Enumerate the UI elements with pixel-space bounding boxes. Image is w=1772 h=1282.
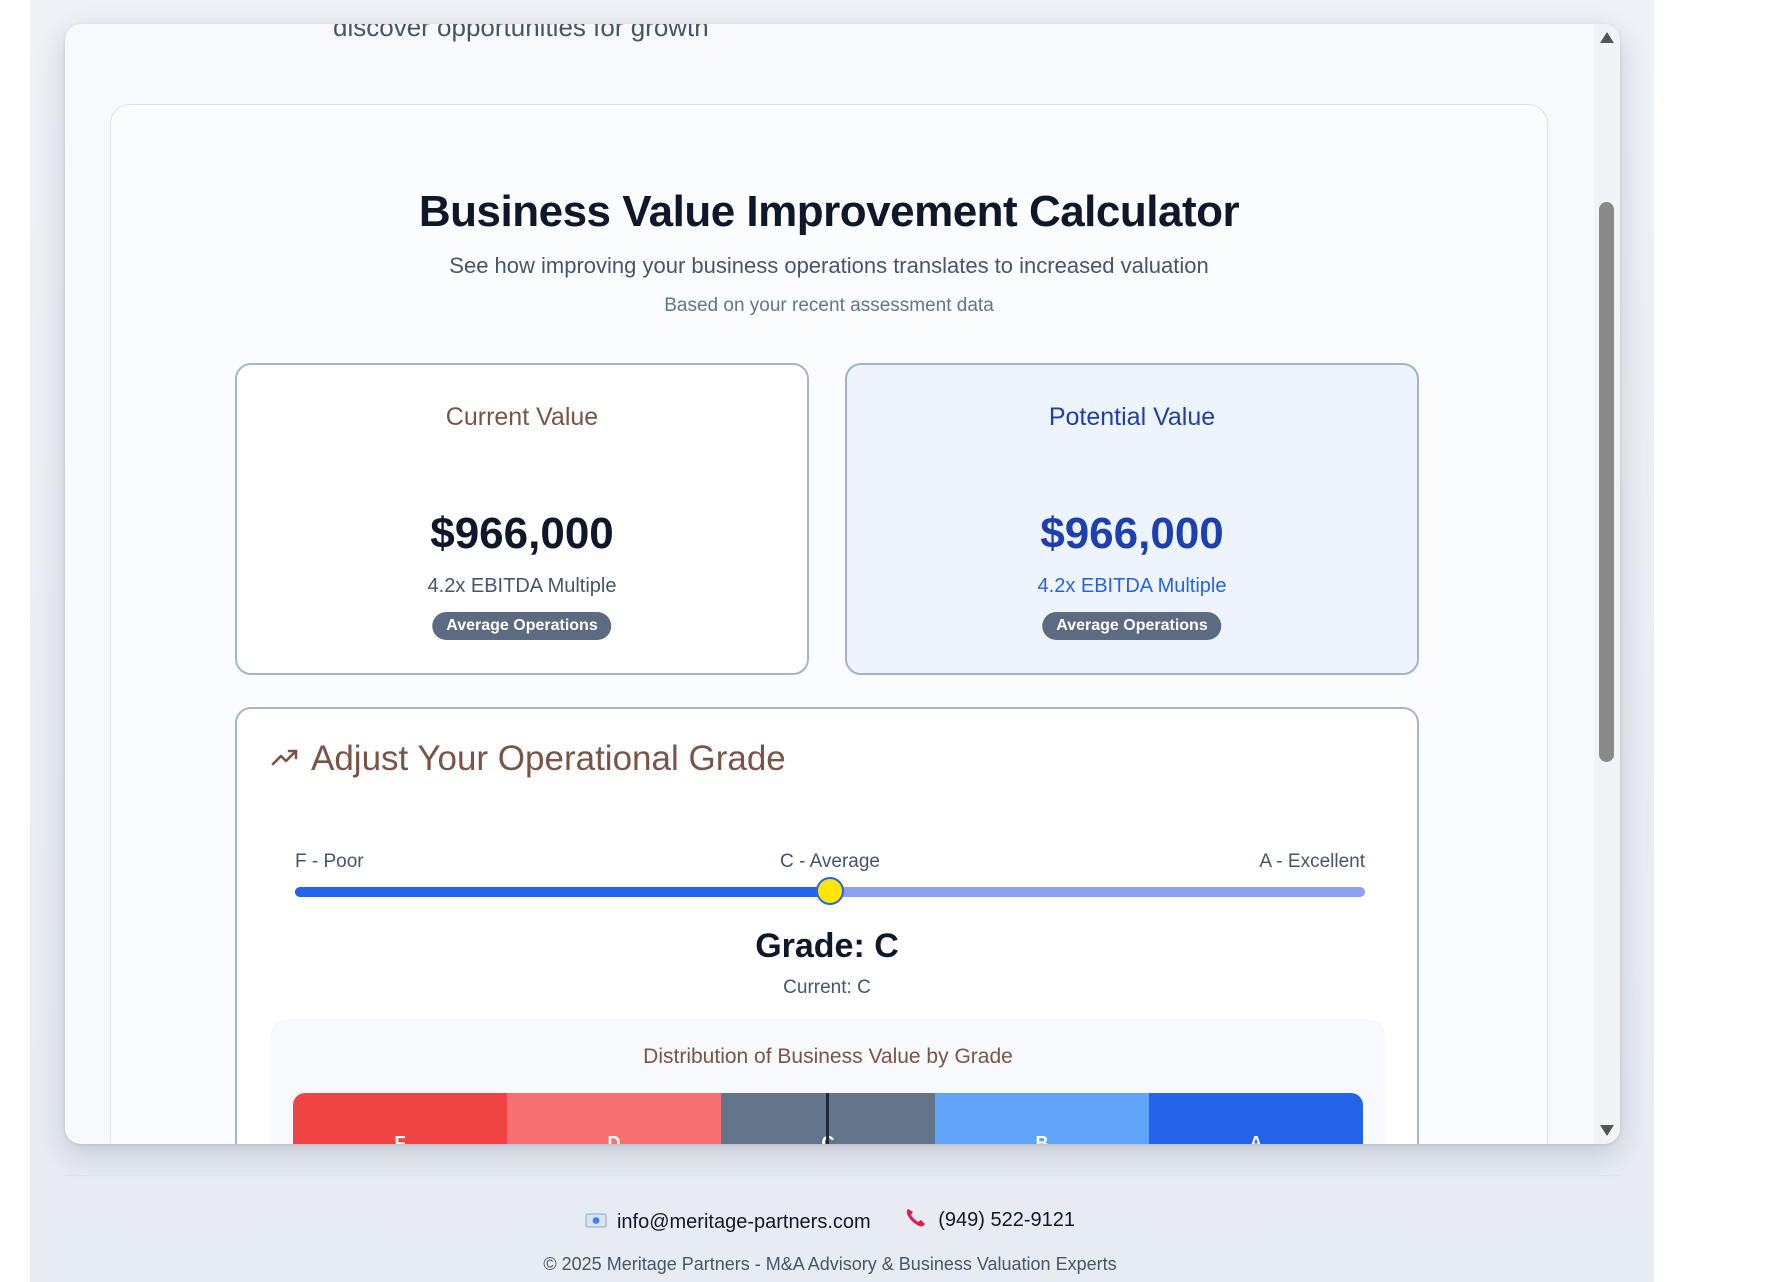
grade-panel-title: Adjust Your Operational Grade — [311, 739, 786, 778]
slider-labels: F - Poor C - Average A - Excellent — [295, 851, 1365, 875]
footer-divider — [65, 1175, 1620, 1176]
slider-label-max: A - Excellent — [1259, 851, 1365, 872]
grade-slider-thumb[interactable] — [816, 877, 844, 905]
distribution-title: Distribution of Business Value by Grade — [643, 1045, 1013, 1068]
scroll-down-arrow-icon[interactable] — [1600, 1125, 1614, 1136]
current-value-multiple: 4.2x EBITDA Multiple — [427, 575, 617, 597]
email-icon — [585, 1211, 617, 1234]
calculator-subtitle: See how improving your business operatio… — [449, 253, 1209, 278]
current-value-card: Current Value $966,000 4.2x EBITDA Multi… — [235, 363, 809, 675]
calculator-card: Business Value Improvement Calculator Se… — [110, 104, 1548, 1144]
email-contact[interactable]: info@meritage-partners.com — [585, 1211, 871, 1234]
grade-adjust-panel: Adjust Your Operational Grade F - Poor C… — [235, 707, 1419, 1144]
potential-value-badge: Average Operations — [1042, 612, 1222, 640]
phone-contact[interactable]: (949) 522-9121 — [904, 1206, 1075, 1234]
grade-slider-fill — [295, 887, 830, 897]
contact-row: info@meritage-partners.com (949) 522-912… — [0, 1206, 1660, 1234]
potential-value-hint: With an Operational Grade of C — [1005, 451, 1259, 471]
grade-slider[interactable] — [295, 877, 1365, 905]
phone-link[interactable]: (949) 522-9121 — [938, 1209, 1075, 1232]
scrolled-header-text: discover opportunities for growth — [333, 24, 709, 42]
assessment-note: Based on your recent assessment data — [664, 295, 994, 316]
selected-grade: Grade: C — [755, 927, 899, 965]
current-value-title: Current Value — [445, 403, 599, 431]
distribution-bar: FDCBA — [293, 1093, 1363, 1144]
current-grade: Current: C — [783, 977, 871, 998]
current-grade-marker — [826, 1093, 829, 1144]
distribution-segment-b: B — [935, 1093, 1149, 1144]
modal-scrollbar[interactable] — [1594, 24, 1620, 1144]
copyright-text: © 2025 Meritage Partners - M&A Advisory … — [543, 1254, 1117, 1274]
calculator-title: Business Value Improvement Calculator — [418, 187, 1240, 236]
potential-value-amount: $966,000 — [1040, 509, 1224, 558]
grade-distribution: Distribution of Business Value by Grade … — [271, 1019, 1385, 1144]
potential-value-multiple: 4.2x EBITDA Multiple — [1037, 575, 1227, 597]
potential-value-card: Potential Value With an Operational Grad… — [845, 363, 1419, 675]
slider-label-mid: C - Average — [780, 851, 880, 872]
potential-value-title: Potential Value — [1048, 403, 1216, 431]
distribution-segment-a: A — [1149, 1093, 1363, 1144]
distribution-segment-f: F — [293, 1093, 507, 1144]
email-link[interactable]: info@meritage-partners.com — [617, 1211, 871, 1234]
distribution-segment-d: D — [507, 1093, 721, 1144]
scrollbar-thumb[interactable] — [1599, 202, 1614, 762]
phone-icon — [904, 1206, 938, 1234]
trending-up-icon — [271, 747, 299, 772]
calculator-modal: discover opportunities for growth Busine… — [65, 24, 1620, 1144]
current-value-amount: $966,000 — [430, 509, 614, 558]
current-value-badge: Average Operations — [432, 612, 612, 640]
scroll-up-arrow-icon[interactable] — [1600, 32, 1614, 43]
slider-label-min: F - Poor — [295, 851, 364, 872]
